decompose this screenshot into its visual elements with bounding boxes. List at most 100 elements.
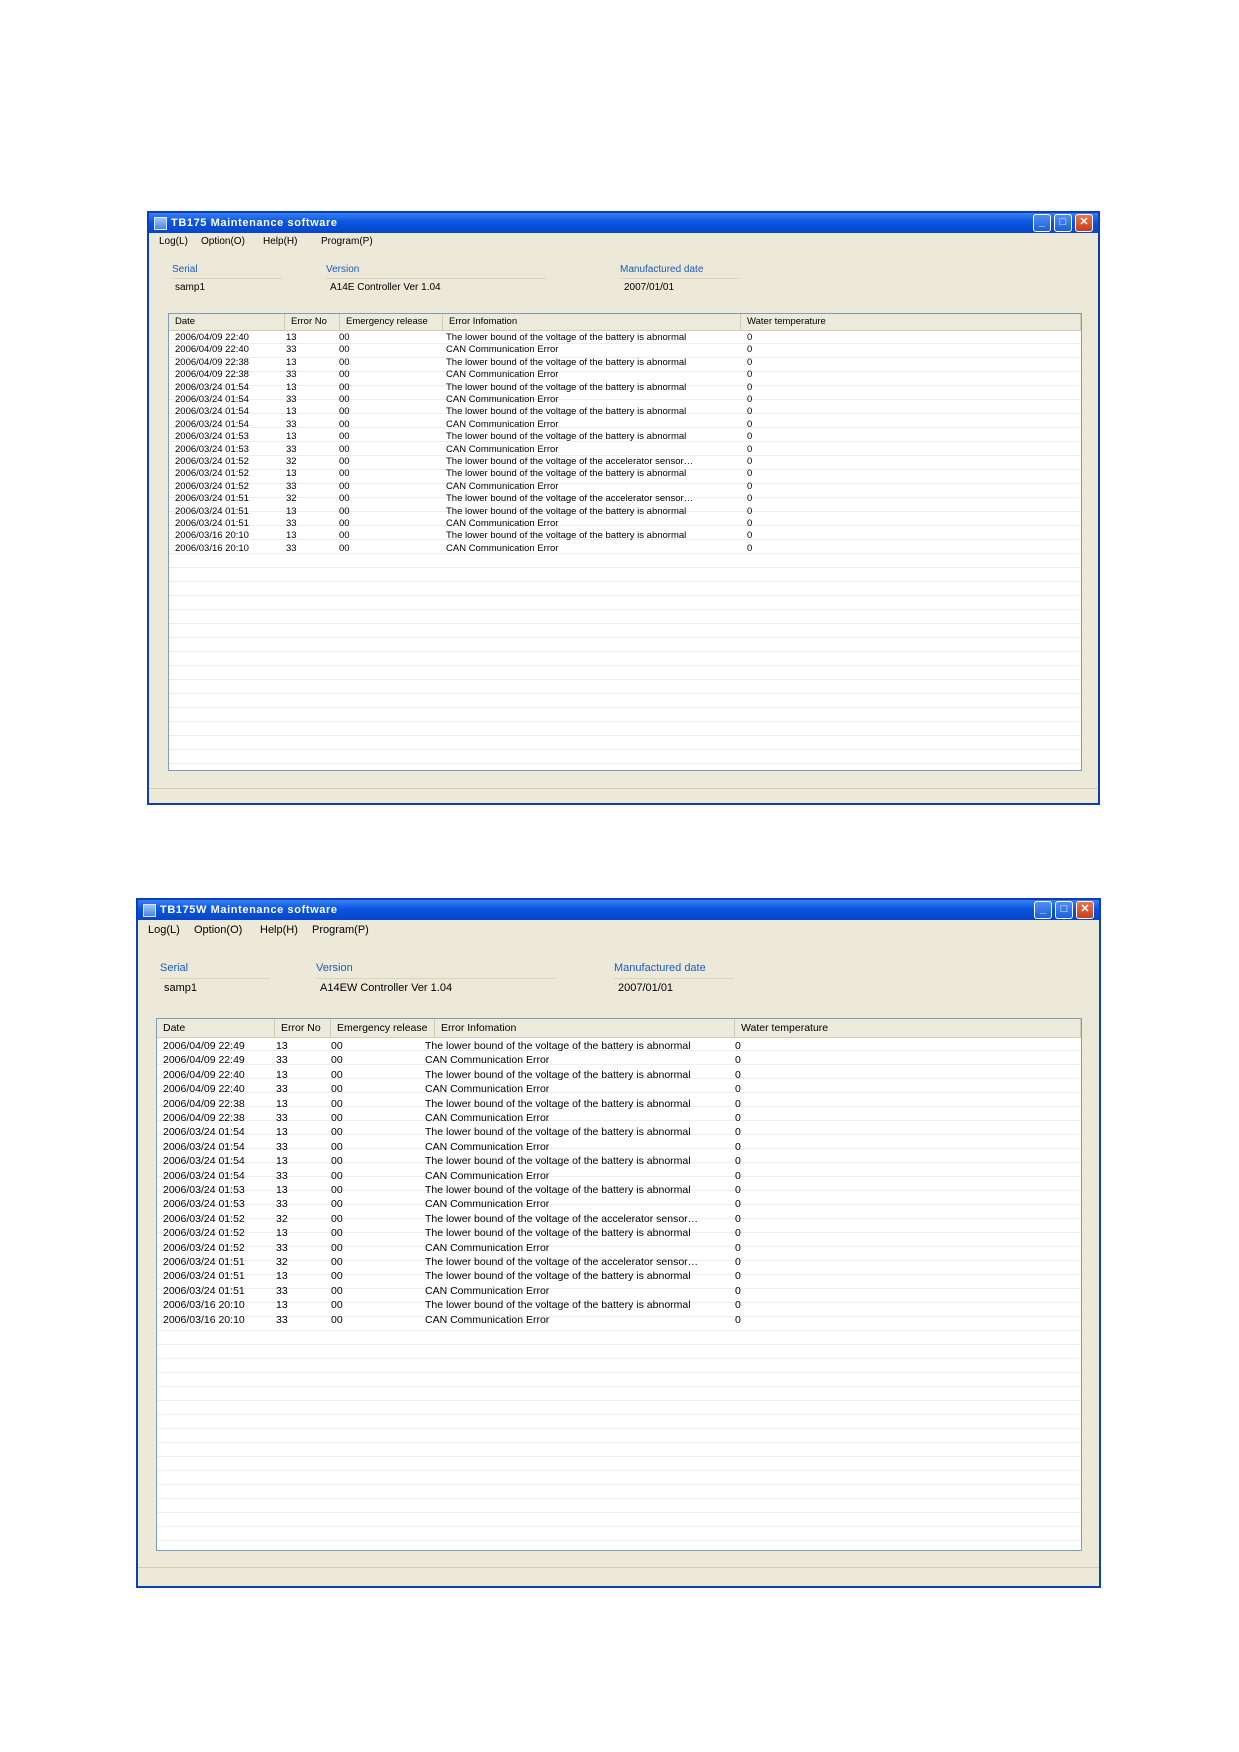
cell-emergency-release: 00 [331,1198,343,1211]
app-icon [143,904,156,917]
cell-emergency-release: 00 [331,1155,343,1168]
table-row[interactable]: 2006/03/24 01:52 13 00 The lower bound of t… [169,468,1081,480]
table-row[interactable]: 2006/03/24 01:52 32 00 The lower bound of t… [157,1212,1081,1226]
table-row[interactable]: 2006/03/24 01:54 33 00 CAN Communication Er… [169,419,1081,431]
minimize-icon[interactable]: _ [1033,214,1051,232]
close-icon[interactable]: ✕ [1076,901,1094,919]
cell-date: 2006/03/24 01:54 [175,394,249,405]
cell-error-no: 33 [286,418,297,430]
column-error-no[interactable]: Error No [285,314,340,330]
table-row[interactable]: 2006/03/24 01:51 13 00 The lower bound of t… [157,1269,1081,1283]
cell-emergency-release: 00 [331,1184,343,1196]
menu-log[interactable]: Log(L) [144,920,184,940]
table-row[interactable]: 2006/04/09 22:38 13 00 The lower bound of t… [157,1097,1081,1111]
error-log-list[interactable]: Date Error No Emergency release Error In… [156,1018,1082,1551]
column-date[interactable]: Date [157,1019,275,1037]
table-row[interactable]: 2006/03/24 01:51 32 00 The lower bound of t… [157,1255,1081,1269]
table-row[interactable]: 2006/03/24 01:53 13 00 The lower bound of t… [169,431,1081,443]
cell-emergency-release: 00 [331,1270,343,1283]
manufactured-date-label: Manufactured date [614,962,706,974]
column-error-information[interactable]: Error Infomation [443,314,741,330]
table-row[interactable]: 2006/03/24 01:53 33 00 CAN Communication Er… [169,444,1081,456]
cell-emergency-release: 00 [331,1284,343,1297]
cell-error-no: 33 [276,1284,288,1297]
menu-option[interactable]: Option(O) [197,233,249,250]
cell-emergency-release: 00 [331,1040,343,1052]
cell-error-information: CAN Communication Error [446,542,559,554]
maximize-icon[interactable]: □ [1055,901,1073,919]
cell-emergency-release: 00 [339,530,350,542]
cell-error-no: 33 [276,1112,288,1124]
column-error-no[interactable]: Error No [275,1019,331,1037]
table-row[interactable]: 2006/03/24 01:52 33 00 CAN Communication Er… [157,1241,1081,1255]
cell-date: 2006/03/24 01:51 [175,493,249,505]
cell-error-no: 33 [286,369,297,381]
table-row[interactable]: 2006/04/09 22:49 13 00 The lower bound of t… [157,1039,1081,1053]
menu-help[interactable]: Help(H) [259,233,301,250]
table-row[interactable]: 2006/03/24 01:53 33 00 CAN Communication Er… [157,1197,1081,1211]
cell-error-information: CAN Communication Error [446,518,559,529]
table-row[interactable]: 2006/03/24 01:53 13 00 The lower bound of t… [157,1183,1081,1197]
cell-water-temperature: 0 [747,418,753,430]
table-row[interactable]: 2006/03/24 01:52 32 00 The lower bound of t… [169,456,1081,468]
cell-error-no: 13 [276,1097,288,1110]
menu-program[interactable]: Program(P) [317,233,377,250]
column-emergency-release[interactable]: Emergency release [331,1019,435,1037]
column-water-temperature[interactable]: Water temperature [741,314,1081,330]
table-row[interactable]: 2006/03/24 01:54 13 00 The lower bound of t… [169,382,1081,394]
cell-date: 2006/04/09 22:40 [163,1068,245,1081]
table-row[interactable]: 2006/03/24 01:51 32 00 The lower bound of t… [169,493,1081,505]
table-row[interactable]: 2006/03/24 01:54 33 00 CAN Communication Er… [157,1140,1081,1154]
cell-date: 2006/03/24 01:51 [175,518,249,529]
table-row[interactable]: 2006/03/24 01:52 33 00 CAN Communication Er… [169,481,1081,493]
table-row[interactable]: 2006/03/24 01:54 33 00 CAN Communication Er… [157,1169,1081,1183]
column-emergency-release[interactable]: Emergency release [340,314,443,330]
table-row[interactable]: 2006/03/24 01:54 33 00 CAN Communication Er… [169,394,1081,406]
menu-help[interactable]: Help(H) [256,920,302,940]
table-row[interactable]: 2006/03/24 01:54 13 00 The lower bound of t… [157,1154,1081,1168]
cell-emergency-release: 00 [331,1299,343,1312]
table-row[interactable]: 2006/04/09 22:38 33 00 CAN Communication Er… [169,369,1081,381]
column-date[interactable]: Date [169,314,285,330]
table-row[interactable]: 2006/04/09 22:40 33 00 CAN Communication Er… [169,344,1081,356]
table-row[interactable]: 2006/03/24 01:54 13 00 The lower bound of t… [169,406,1081,418]
table-row[interactable]: 2006/03/24 01:51 33 00 CAN Communication Er… [169,518,1081,530]
table-row[interactable]: 2006/03/24 01:54 13 00 The lower bound of t… [157,1125,1081,1139]
cell-error-information: The lower bound of the voltage of the ba… [425,1097,691,1110]
table-row[interactable]: 2006/04/09 22:40 13 00 The lower bound of t… [169,332,1081,344]
table-row[interactable]: 2006/04/09 22:40 13 00 The lower bound of t… [157,1068,1081,1082]
error-log-list[interactable]: Date Error No Emergency release Error In… [168,313,1082,771]
cell-emergency-release: 00 [339,493,350,505]
close-icon[interactable]: ✕ [1075,214,1093,232]
table-row[interactable]: 2006/03/16 20:10 13 00 The lower bound of t… [169,530,1081,542]
cell-emergency-release: 00 [331,1313,343,1326]
table-row[interactable]: 2006/03/16 20:10 33 00 CAN Communication Er… [169,543,1081,555]
menu-option[interactable]: Option(O) [190,920,246,940]
cell-water-temperature: 0 [747,431,753,443]
cell-water-temperature: 0 [735,1227,741,1240]
table-row[interactable]: 2006/04/09 22:38 13 00 The lower bound of t… [169,357,1081,369]
table-row[interactable]: 2006/04/09 22:49 33 00 CAN Communication Er… [157,1053,1081,1067]
table-row[interactable]: 2006/03/16 20:10 13 00 The lower bound of t… [157,1298,1081,1312]
title-bar[interactable]: TB175 Maintenance software _ □ ✕ [149,213,1098,233]
title-bar[interactable]: TB175W Maintenance software _ □ ✕ [138,900,1099,920]
table-row[interactable]: 2006/03/24 01:52 13 00 The lower bound of t… [157,1226,1081,1240]
table-row[interactable]: 2006/03/16 20:10 33 00 CAN Communication Er… [157,1313,1081,1327]
maximize-icon[interactable]: □ [1054,214,1072,232]
menu-program[interactable]: Program(P) [308,920,373,940]
minimize-icon[interactable]: _ [1034,901,1052,919]
table-row[interactable]: 2006/04/09 22:38 33 00 CAN Communication Er… [157,1111,1081,1125]
cell-error-no: 13 [286,356,297,368]
cell-date: 2006/03/24 01:52 [163,1241,245,1254]
table-row[interactable]: 2006/04/09 22:40 33 00 CAN Communication Er… [157,1082,1081,1096]
column-error-information[interactable]: Error Infomation [435,1019,735,1037]
cell-error-information: The lower bound of the voltage of the ac… [446,456,694,467]
cell-error-no: 32 [286,456,297,467]
cell-error-no: 33 [276,1054,288,1067]
menu-log[interactable]: Log(L) [155,233,192,250]
cell-date: 2006/03/24 01:54 [175,418,249,430]
column-water-temperature[interactable]: Water temperature [735,1019,1081,1037]
info-panel: Serial samp1 Version A14E Controller Ver… [149,250,1098,300]
table-row[interactable]: 2006/03/24 01:51 33 00 CAN Communication Er… [157,1284,1081,1298]
table-row[interactable]: 2006/03/24 01:51 13 00 The lower bound of t… [169,506,1081,518]
